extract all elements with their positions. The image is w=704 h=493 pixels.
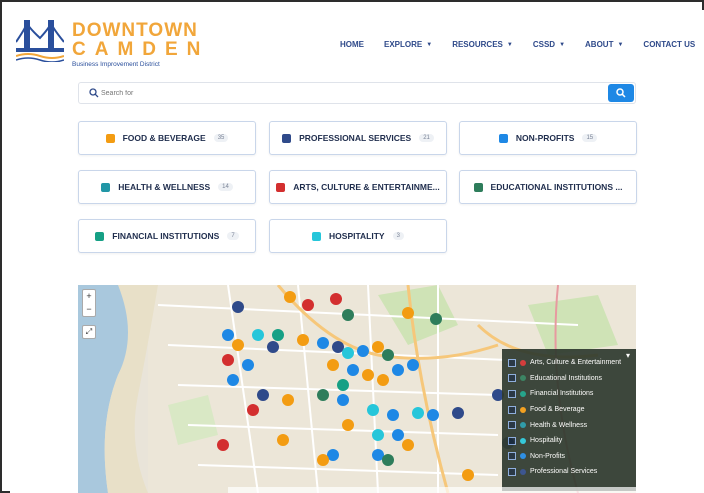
legend-label: Financial Institutions <box>530 390 594 398</box>
nav-contact[interactable]: CONTACT US <box>643 40 695 49</box>
legend-dot <box>520 375 526 382</box>
category-label: NON-PROFITS <box>515 133 575 143</box>
category-count: 21 <box>419 134 434 142</box>
legend-dot <box>520 359 526 366</box>
logo[interactable]: DOWNTOWN CAMDEN Business Improvement Dis… <box>16 16 200 68</box>
caret-down-icon: ▼ <box>617 41 624 48</box>
people-icon <box>282 133 292 143</box>
checkbox[interactable] <box>508 421 516 430</box>
legend-dot <box>520 422 526 429</box>
checkbox[interactable] <box>508 436 516 445</box>
handshake-icon <box>498 133 508 143</box>
search-button[interactable] <box>608 84 634 102</box>
category-label: HEALTH & WELLNESS <box>118 182 211 192</box>
logo-tagline: Business Improvement District <box>72 61 160 68</box>
legend-item-hospitality[interactable]: Hospitality <box>508 433 630 449</box>
category-professional-services[interactable]: PROFESSIONAL SERVICES 21 <box>269 121 447 155</box>
checkbox[interactable] <box>508 467 516 476</box>
legend-item-nonprofits[interactable]: Non-Profits <box>508 449 630 465</box>
category-hospitality[interactable]: HOSPITALITY 3 <box>269 219 447 253</box>
fullscreen-icon[interactable]: ⤢ <box>82 325 96 339</box>
legend-label: Educational Institutions <box>530 374 602 382</box>
category-count: 15 <box>582 134 598 142</box>
legend-item-arts[interactable]: Arts, Culture & Entertainment <box>508 355 630 371</box>
caret-down-icon: ▼ <box>559 41 566 48</box>
category-count: 3 <box>392 232 404 240</box>
legend-dot <box>520 437 526 444</box>
legend-label: Non-Profits <box>530 452 566 460</box>
header: DOWNTOWN CAMDEN Business Improvement Dis… <box>10 10 704 74</box>
category-label: FINANCIAL INSTITUTIONS <box>112 231 220 241</box>
nav-explore-label: EXPLORE <box>384 40 423 49</box>
legend-label: Hospitality <box>530 437 563 445</box>
legend-label: Professional Services <box>530 468 598 476</box>
category-label: ARTS, CULTURE & ENTERTAINME... <box>293 182 440 192</box>
heart-icon <box>101 182 111 192</box>
map[interactable]: + − ⤢ ▾ Arts, Culture & Entertainment Edu… <box>78 285 636 493</box>
nav-resources-label: RESOURCES <box>452 40 503 49</box>
category-label: HOSPITALITY <box>329 231 385 241</box>
nav-resources[interactable]: RESOURCES ▼ <box>452 40 513 49</box>
bank-icon <box>95 231 105 241</box>
category-count: 14 <box>218 183 233 191</box>
category-label: FOOD & BEVERAGE <box>122 133 206 143</box>
checkbox[interactable] <box>508 405 516 414</box>
legend-item-professional[interactable]: Professional Services <box>508 464 630 480</box>
school-icon <box>473 182 483 192</box>
category-arts-culture[interactable]: ARTS, CULTURE & ENTERTAINME... <box>269 170 447 204</box>
bridge-logo-icon <box>16 20 64 62</box>
legend-dot <box>520 390 526 397</box>
checkbox[interactable] <box>508 452 516 461</box>
category-health-wellness[interactable]: HEALTH & WELLNESS 14 <box>78 170 256 204</box>
page: DOWNTOWN CAMDEN Business Improvement Dis… <box>10 10 704 493</box>
browser-frame: DOWNTOWN CAMDEN Business Improvement Dis… <box>0 0 704 493</box>
legend-dot <box>520 453 526 460</box>
nav-home[interactable]: HOME <box>340 40 364 49</box>
map-attribution <box>228 487 636 493</box>
category-count: 7 <box>227 232 239 240</box>
search-icon <box>616 88 626 98</box>
nav-cssd-label: CSSD <box>532 40 556 49</box>
masks-icon <box>276 182 286 192</box>
legend-item-financial[interactable]: Financial Institutions <box>508 386 630 402</box>
nav-explore[interactable]: EXPLORE ▼ <box>384 40 432 49</box>
category-financial-institutions[interactable]: FINANCIAL INSTITUTIONS 7 <box>78 219 256 253</box>
nav-home-label: HOME <box>340 40 364 49</box>
logo-subtitle: CAMDEN <box>72 39 210 60</box>
chevron-down-icon[interactable]: ▾ <box>626 351 630 360</box>
map-legend: ▾ Arts, Culture & Entertainment Educatio… <box>502 349 636 491</box>
legend-item-education[interactable]: Educational Institutions <box>508 371 630 387</box>
category-count: 35 <box>213 134 229 142</box>
checkbox[interactable] <box>508 374 516 383</box>
utensils-icon <box>105 133 115 143</box>
main-nav: HOME EXPLORE ▼ RESOURCES ▼ CSSD ▼ ABOUT ▼ CO… <box>340 40 704 49</box>
category-educational-institutions[interactable]: EDUCATIONAL INSTITUTIONS ... <box>459 170 637 204</box>
legend-item-food[interactable]: Food & Beverage <box>508 402 630 418</box>
search-input[interactable] <box>101 86 601 100</box>
legend-label: Food & Beverage <box>530 406 585 414</box>
nav-about-label: ABOUT <box>585 40 614 49</box>
category-food-beverage[interactable]: FOOD & BEVERAGE 35 <box>78 121 256 155</box>
nav-cssd[interactable]: CSSD ▼ <box>533 40 565 49</box>
nav-about[interactable]: ABOUT ▼ <box>585 40 623 49</box>
checkbox[interactable] <box>508 389 516 398</box>
search-icon <box>89 88 99 98</box>
nav-contact-label: CONTACT US <box>643 40 696 49</box>
category-label: PROFESSIONAL SERVICES <box>299 133 412 143</box>
legend-label: Health & Wellness <box>530 421 588 429</box>
checkbox[interactable] <box>508 358 516 367</box>
caret-down-icon: ▼ <box>506 41 513 48</box>
zoom-control[interactable]: + − <box>82 289 96 317</box>
search-box <box>78 82 636 104</box>
hotel-icon <box>312 231 322 241</box>
legend-dot <box>520 406 526 413</box>
category-non-profits[interactable]: NON-PROFITS 15 <box>459 121 637 155</box>
category-label: EDUCATIONAL INSTITUTIONS ... <box>490 182 623 192</box>
legend-label: Arts, Culture & Entertainment <box>530 359 622 367</box>
legend-dot <box>520 468 526 475</box>
legend-item-health[interactable]: Health & Wellness <box>508 417 630 433</box>
caret-down-icon: ▼ <box>426 41 433 48</box>
